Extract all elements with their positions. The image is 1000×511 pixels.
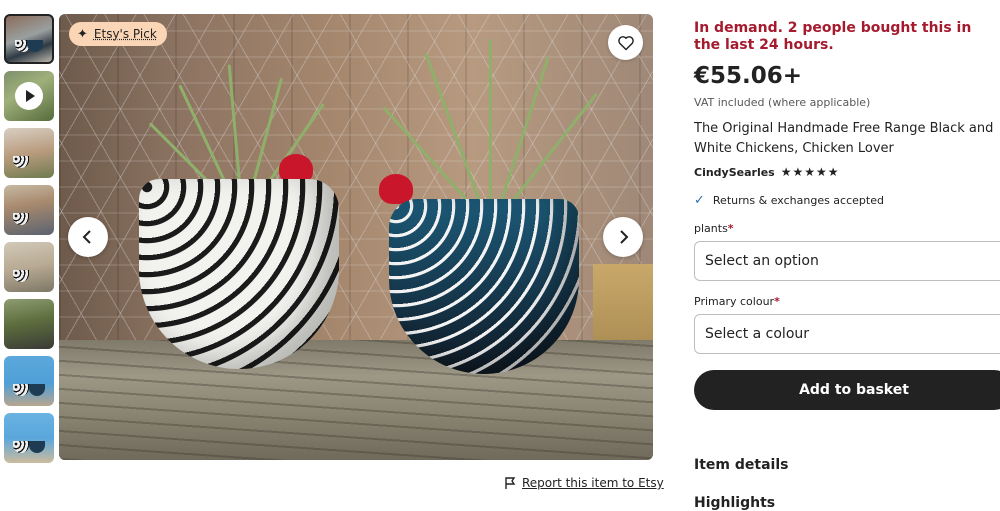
star-icon: ★ (792, 165, 804, 179)
star-icon: ★ (827, 165, 839, 179)
sparkle-icon: ✦ (77, 26, 88, 42)
colour-select-value: Select a colour (705, 326, 810, 342)
thumbnail-pot (27, 40, 43, 52)
thumbnail-4[interactable] (4, 185, 54, 235)
flag-icon (505, 476, 516, 489)
chevron-left-icon (82, 230, 91, 244)
report-item-link[interactable]: Report this item to Etsy (504, 476, 664, 490)
thumbnail-pot (29, 441, 45, 453)
star-icon: ★ (780, 165, 792, 179)
report-label: Report this item to Etsy (522, 476, 664, 490)
thumbnail-pot (13, 156, 29, 168)
add-to-basket-button[interactable]: Add to basket (694, 370, 1000, 410)
plants-select-value: Select an option (705, 253, 819, 269)
chevron-right-icon (620, 230, 629, 244)
heart-icon (617, 35, 634, 50)
vat-note: VAT included (where applicable) (694, 96, 871, 109)
returns-policy: ✓ Returns & exchanges accepted (694, 193, 1000, 208)
demand-message: In demand. 2 people bought this in the l… (694, 20, 972, 53)
plants-label-text: plants (694, 222, 728, 235)
thumbnail-3[interactable] (4, 128, 54, 178)
thumbnail-7[interactable] (4, 356, 54, 406)
star-icon: ★ (804, 165, 816, 179)
check-icon: ✓ (694, 193, 705, 208)
thumbnail-pot (13, 213, 29, 225)
returns-label: Returns & exchanges accepted (712, 194, 884, 207)
item-details-heading[interactable]: Item details (694, 457, 788, 473)
previous-image-button[interactable] (68, 217, 108, 257)
thumbnail-6[interactable] (4, 299, 54, 349)
thumbnail-pot (13, 384, 29, 396)
star-icon: ★ (816, 165, 827, 179)
thumbnail-pot (13, 441, 29, 453)
thumbnail-video[interactable] (4, 71, 54, 121)
next-image-button[interactable] (603, 217, 643, 257)
thumbnail-pot (13, 270, 29, 282)
etsys-pick-badge: ✦ Etsy's Pick (69, 22, 167, 46)
thumbnail-8[interactable] (4, 413, 54, 463)
product-title: The Original Handmade Free Range Black a… (694, 121, 994, 156)
wooden-log (59, 340, 653, 460)
highlights-heading[interactable]: Highlights (694, 495, 775, 511)
colour-select[interactable]: Select a colour ⌄ (694, 314, 1000, 354)
colour-label: Primary colour* (694, 295, 1000, 308)
product-info-panel: In demand. 2 people bought this in the l… (694, 20, 1000, 410)
required-mark: * (774, 295, 780, 308)
thumbnail-1[interactable] (4, 14, 54, 64)
badge-label: Etsy's Pick (93, 27, 157, 41)
thumbnail-strip (4, 14, 54, 470)
thumbnail-pot (29, 384, 45, 396)
price: €55.06+ (694, 63, 803, 89)
favorite-button[interactable] (608, 25, 643, 60)
seller-name[interactable]: CindySearles (694, 166, 775, 179)
seller-row: CindySearles ★ ★ ★ ★ ★ (694, 165, 1000, 179)
play-icon (15, 82, 43, 110)
colour-label-text: Primary colour (694, 295, 775, 308)
required-mark: * (727, 222, 734, 235)
plants-select[interactable]: Select an option ⌄ (694, 241, 1000, 281)
thumbnail-5[interactable] (4, 242, 54, 292)
main-product-image[interactable]: ✦ Etsy's Pick (59, 14, 653, 460)
plants-label: plants* (694, 222, 1000, 235)
rating-stars: ★ ★ ★ ★ ★ (781, 165, 839, 179)
air-plant-leaf (489, 39, 492, 204)
